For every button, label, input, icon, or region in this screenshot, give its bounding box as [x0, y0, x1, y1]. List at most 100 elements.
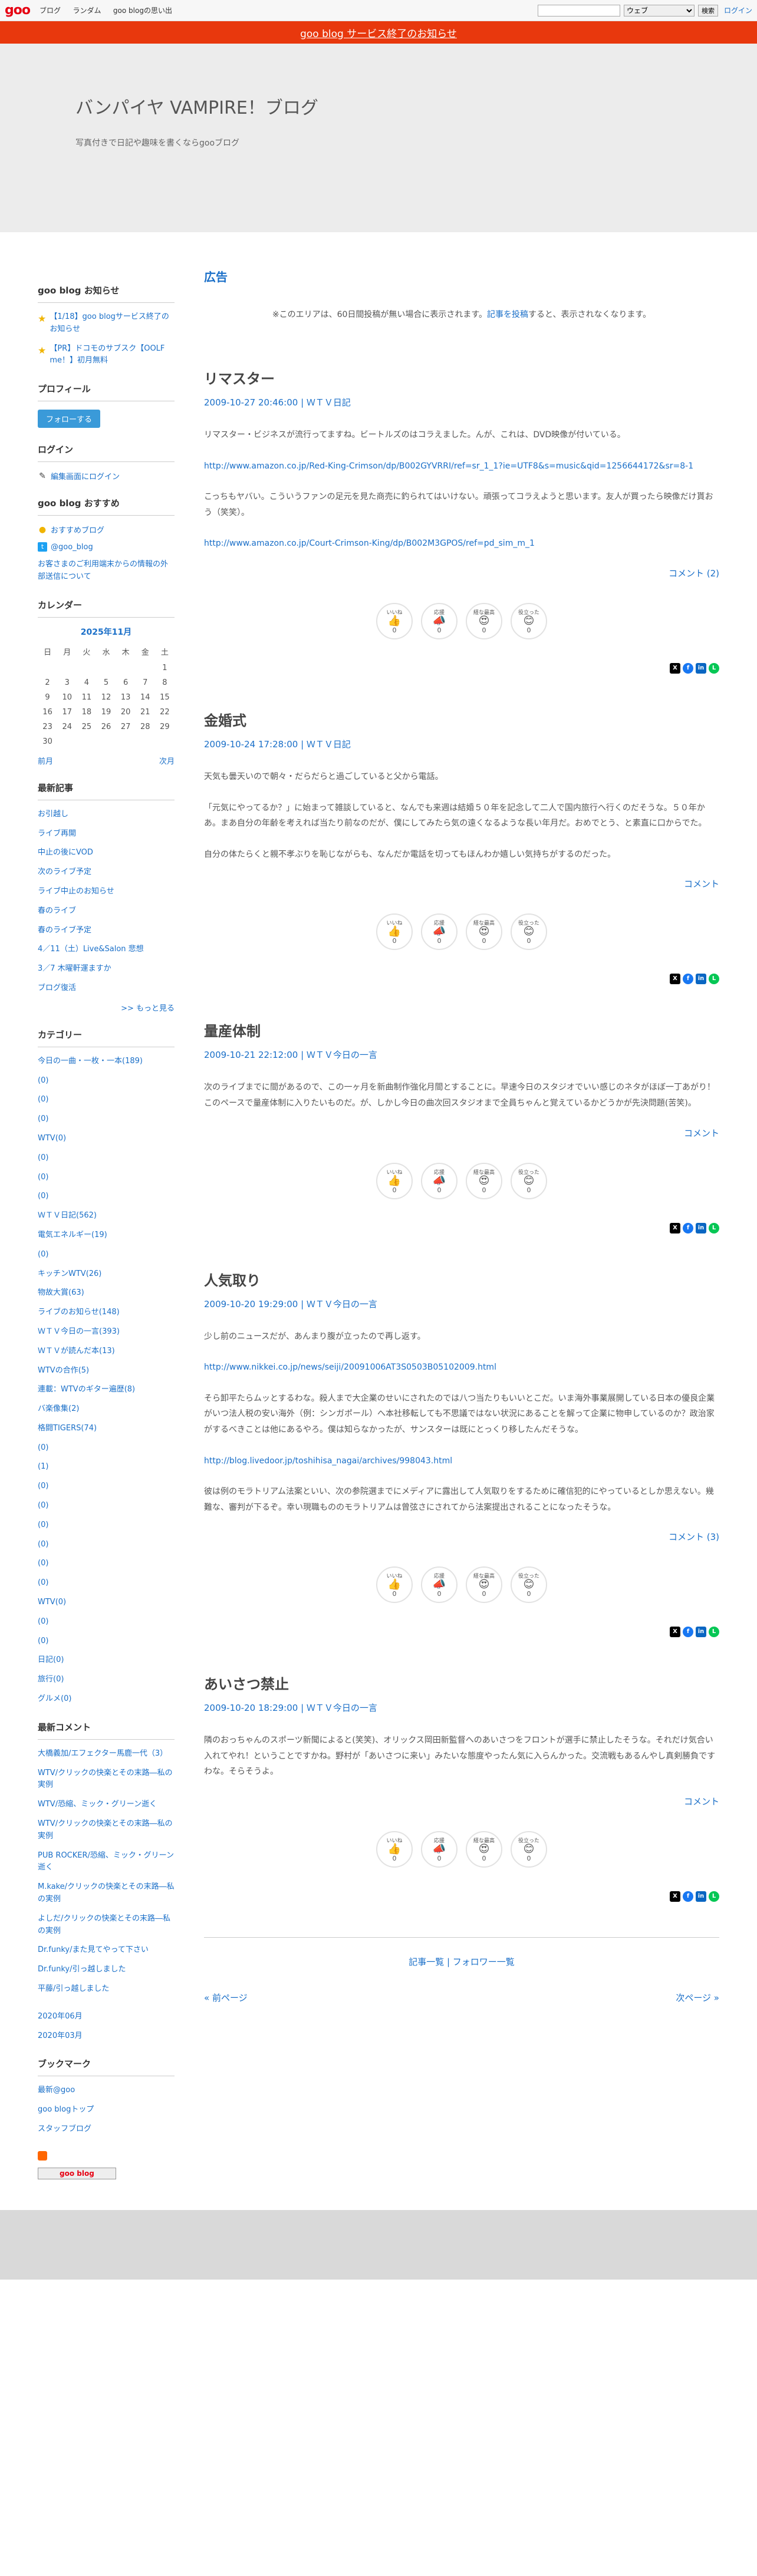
x-share-icon[interactable]: X	[670, 662, 680, 674]
category-link[interactable]: ＷＴＶ日記(562)	[38, 1211, 97, 1220]
category-link[interactable]: (0)	[38, 1482, 48, 1490]
category-link[interactable]: 日記(0)	[38, 1655, 64, 1664]
reaction-button[interactable]: 経な最高 😍 0	[466, 913, 502, 951]
linkedin-share-icon[interactable]: in	[696, 974, 706, 985]
line-share-icon[interactable]: L	[709, 1891, 719, 1902]
calendar-day[interactable]: 24	[57, 720, 77, 734]
calendar-day[interactable]: 1	[155, 661, 175, 675]
facebook-share-icon[interactable]: f	[683, 1222, 693, 1233]
calendar-day[interactable]: 27	[116, 720, 136, 734]
goo-blog-twitter-link[interactable]: @goo_blog	[51, 543, 93, 552]
category-link[interactable]: キッチンWTV(26)	[38, 1269, 101, 1278]
calendar-day[interactable]: 7	[136, 675, 155, 690]
linkedin-share-icon[interactable]: in	[696, 662, 706, 674]
calendar-day[interactable]: 23	[38, 720, 57, 734]
category-link[interactable]: (0)	[38, 1114, 48, 1123]
recent-comment-link[interactable]: 大橋義加/エフェクター馬鹿一代（3）	[38, 1749, 167, 1758]
calendar-day[interactable]: 8	[155, 675, 175, 690]
linkedin-share-icon[interactable]: in	[696, 1222, 706, 1233]
calendar-day[interactable]: 19	[96, 705, 116, 720]
reaction-button[interactable]: いいね 👍 0	[376, 1162, 413, 1199]
recent-article-link[interactable]: 3／7 木曜軒運ますか	[38, 964, 111, 973]
calendar-day[interactable]: 5	[96, 675, 116, 690]
entry-category-link[interactable]: ＷＴＶ日記	[307, 739, 351, 750]
calendar-day[interactable]: 9	[38, 690, 57, 705]
facebook-share-icon[interactable]: f	[683, 662, 693, 674]
reaction-button[interactable]: 役立った 😊 0	[511, 913, 547, 951]
calendar-prev-month[interactable]: 前月	[38, 755, 53, 766]
recent-comment-link[interactable]: M.kake/クリックの快楽とその末路―私の実例	[38, 1882, 175, 1904]
facebook-share-icon[interactable]: f	[683, 1627, 693, 1638]
calendar-day[interactable]: 18	[77, 705, 96, 720]
entry-external-link[interactable]: http://www.amazon.co.jp/Red-King-Crimson…	[204, 461, 693, 471]
category-link[interactable]: バ楽像集(2)	[38, 1404, 79, 1413]
recent-article-link[interactable]: ライブ中止のお知らせ	[38, 887, 114, 896]
calendar-day[interactable]: 26	[96, 720, 116, 734]
search-input[interactable]	[537, 4, 620, 17]
entry-title[interactable]: 金婚式	[204, 709, 719, 730]
reaction-button[interactable]: 応援 📣 0	[421, 913, 458, 951]
notice-link[interactable]: 【PR】ドコモのサブスク【OOLF me！】初月無料	[50, 343, 175, 368]
entry-category-link[interactable]: ＷＴＶ今日の一言	[307, 1050, 377, 1060]
facebook-share-icon[interactable]: f	[683, 1891, 693, 1902]
line-share-icon[interactable]: L	[709, 974, 719, 985]
follow-button[interactable]: フォローする	[38, 410, 101, 428]
calendar-day[interactable]: 11	[77, 690, 96, 705]
category-link[interactable]: 旅行(0)	[38, 1675, 64, 1684]
recent-article-link[interactable]: 4／11（土）Live&Salon 悲想	[38, 945, 144, 954]
nav-random[interactable]: ランダム	[73, 6, 101, 15]
recent-comment-link[interactable]: WTV/クリックの快楽とその末路―私の実例	[38, 1819, 173, 1841]
reaction-button[interactable]: 経な最高 😍 0	[466, 1566, 502, 1604]
line-share-icon[interactable]: L	[709, 662, 719, 674]
login-link[interactable]: ログイン	[724, 5, 752, 15]
calendar-day[interactable]: 20	[116, 705, 136, 720]
category-link[interactable]: (0)	[38, 1153, 48, 1162]
entry-title[interactable]: リマスター	[204, 367, 719, 388]
comment-link[interactable]: コメント (2)	[669, 568, 719, 579]
reaction-button[interactable]: 応援 📣 0	[421, 1162, 458, 1199]
search-button[interactable]: 検索	[697, 4, 718, 17]
entry-external-link[interactable]: http://www.amazon.co.jp/Court-Crimson-Ki…	[204, 539, 535, 548]
reaction-button[interactable]: いいね 👍 0	[376, 913, 413, 951]
nav-blog[interactable]: ブログ	[40, 6, 61, 15]
blog-title[interactable]: バンパイヤ VAMPIRE！ブログ	[75, 93, 757, 119]
entry-external-link[interactable]: http://www.nikkei.co.jp/news/seiji/20091…	[204, 1363, 496, 1372]
next-page-link[interactable]: 次ページ »	[676, 1991, 719, 2004]
x-share-icon[interactable]: X	[670, 974, 680, 985]
recent-article-link[interactable]: ブログ復活	[38, 984, 76, 992]
archive-link[interactable]: 2020年06月	[38, 2012, 83, 2021]
recent-article-link[interactable]: 中止の後にVOD	[38, 848, 93, 857]
bookmark-link[interactable]: スタッフブログ	[38, 2125, 91, 2133]
category-link[interactable]: (0)	[38, 1617, 48, 1626]
x-share-icon[interactable]: X	[670, 1891, 680, 1902]
recent-article-link[interactable]: 次のライブ予定	[38, 868, 91, 876]
entry-title[interactable]: 人気取り	[204, 1269, 719, 1289]
comment-link[interactable]: コメント	[684, 1796, 719, 1807]
entry-category-link[interactable]: ＷＴＶ今日の一言	[307, 1299, 377, 1310]
reaction-button[interactable]: いいね 👍 0	[376, 602, 413, 639]
archive-link[interactable]: 2020年03月	[38, 2031, 83, 2040]
post-article-link[interactable]: 記事を投稿	[487, 310, 528, 319]
bookmark-link[interactable]: 最新@goo	[38, 2086, 75, 2095]
calendar-day[interactable]: 29	[155, 720, 175, 734]
recent-comment-link[interactable]: よしだ/クリックの快楽とその末路―私の実例	[38, 1914, 170, 1935]
recent-more-link[interactable]: >> もっと見る	[121, 1004, 175, 1013]
reaction-button[interactable]: 役立った 😊 0	[511, 1831, 547, 1868]
rss-icon[interactable]	[38, 2150, 47, 2161]
calendar-day[interactable]: 13	[116, 690, 136, 705]
calendar-day[interactable]: 4	[77, 675, 96, 690]
service-end-link[interactable]: goo blog サービス終了のお知らせ	[300, 25, 457, 40]
prev-page-link[interactable]: « 前ページ	[204, 1991, 248, 2004]
calendar-day[interactable]: 2	[38, 675, 57, 690]
comment-link[interactable]: コメント (3)	[669, 1532, 719, 1542]
entry-title[interactable]: 量産体制	[204, 1020, 719, 1040]
category-link[interactable]: (0)	[38, 1192, 48, 1200]
entry-external-link[interactable]: http://blog.livedoor.jp/toshihisa_nagai/…	[204, 1456, 452, 1466]
category-link[interactable]: WTV(0)	[38, 1598, 66, 1607]
calendar-day[interactable]: 22	[155, 705, 175, 720]
calendar-day[interactable]: 28	[136, 720, 155, 734]
category-link[interactable]: グルメ(0)	[38, 1694, 71, 1703]
category-link[interactable]: (0)	[38, 1250, 48, 1259]
reaction-button[interactable]: いいね 👍 0	[376, 1831, 413, 1868]
reaction-button[interactable]: 役立った 😊 0	[511, 602, 547, 639]
